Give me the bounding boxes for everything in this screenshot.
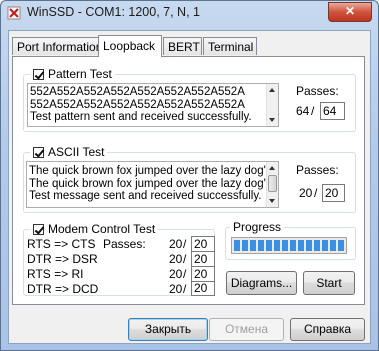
modem-passes-separator: / xyxy=(183,237,187,251)
modem-test-group: Modem Control Test Passes: RTS => CTS 20… xyxy=(23,222,215,296)
modem-passes-separator: / xyxy=(183,267,187,281)
cancel-button[interactable]: Отмена xyxy=(209,318,284,341)
close-window-button[interactable]: ✕ xyxy=(328,2,372,22)
modem-passes-done: 20 xyxy=(169,267,183,281)
ascii-passes-done: 20 xyxy=(299,186,313,200)
ascii-passes-total-input[interactable]: 20 xyxy=(322,184,345,202)
pattern-passes-separator: / xyxy=(311,104,315,118)
progress-group: Progress xyxy=(225,220,356,260)
modem-passes-label: Passes: xyxy=(103,237,146,251)
modem-signal-label: RTS => CTS xyxy=(27,237,96,251)
loopback-panel: Pattern Test 552A552A552A552A552A552A552… xyxy=(12,56,365,305)
modem-passes-separator: / xyxy=(183,252,187,266)
app-window: WinSSD - COM1: 1200, 7, N, 1 ✕ Port Info… xyxy=(0,0,379,351)
start-button[interactable]: Start xyxy=(303,271,355,295)
ascii-test-scrollbar[interactable] xyxy=(266,162,278,207)
tab-label: Loopback xyxy=(103,39,156,53)
app-icon xyxy=(7,6,21,20)
ascii-test-title: ASCII Test xyxy=(48,145,105,159)
modem-signal-label: DTR => DCD xyxy=(27,282,99,296)
tab-loopback[interactable]: Loopback xyxy=(98,35,162,57)
log-line: Test message sent and received successfu… xyxy=(29,190,262,202)
scroll-up-icon[interactable] xyxy=(269,166,275,170)
close-button[interactable]: Закрыть xyxy=(128,318,208,341)
log-line: Test pattern sent and received successfu… xyxy=(30,111,252,123)
pattern-test-title: Pattern Test xyxy=(48,67,112,81)
dialog-body: Port Information Loopback BERT Terminal … xyxy=(8,30,371,344)
log-line: 552A552A552A552A552A552A552A552A xyxy=(30,86,245,98)
ascii-test-log[interactable]: The quick brown fox jumped over the lazy… xyxy=(26,161,279,208)
modem-passes-total-input[interactable]: 20 xyxy=(191,266,215,282)
ascii-test-checkbox[interactable] xyxy=(33,146,44,158)
modem-signal-label: DTR => DSR xyxy=(27,252,98,266)
ascii-test-group: ASCII Test The quick brown fox jumped ov… xyxy=(23,145,356,213)
diagrams-button[interactable]: Diagrams... xyxy=(226,271,297,295)
pattern-passes-done: 64 xyxy=(296,104,310,118)
pattern-test-legend: Pattern Test xyxy=(30,67,115,81)
scroll-down-icon[interactable] xyxy=(269,199,275,203)
modem-passes-separator: / xyxy=(183,282,187,296)
modem-signal-label: RTS => RI xyxy=(27,267,84,281)
pattern-test-group: Pattern Test 552A552A552A552A552A552A552… xyxy=(23,67,356,132)
modem-test-checkbox[interactable] xyxy=(33,223,44,235)
tab-label: Port Information xyxy=(17,40,103,54)
pattern-passes-total-input[interactable]: 64 xyxy=(320,102,345,120)
progress-bar xyxy=(231,237,347,254)
log-line: The quick brown fox jumped over the lazy… xyxy=(29,177,272,190)
tab-port-information[interactable]: Port Information xyxy=(12,37,103,55)
log-line: 552A552A552A552A552A552A552A552A xyxy=(30,98,245,111)
pattern-test-checkbox[interactable] xyxy=(33,68,44,80)
pattern-test-scrollbar[interactable] xyxy=(266,84,278,126)
modem-passes-done: 20 xyxy=(169,282,183,296)
scroll-up-icon[interactable] xyxy=(269,88,275,92)
modem-passes-total-input[interactable]: 20 xyxy=(191,236,215,252)
tab-terminal[interactable]: Terminal xyxy=(203,37,257,55)
pattern-passes-label: Passes: xyxy=(296,84,339,98)
scroll-thumb[interactable] xyxy=(268,175,277,192)
title-bar[interactable]: WinSSD - COM1: 1200, 7, N, 1 ✕ xyxy=(1,1,378,25)
tab-label: BERT xyxy=(168,40,200,54)
modem-passes-total-input[interactable]: 20 xyxy=(191,251,215,267)
modem-passes-total-input[interactable]: 20 xyxy=(191,281,215,296)
window-title: WinSSD - COM1: 1200, 7, N, 1 xyxy=(27,5,200,19)
pattern-test-log[interactable]: 552A552A552A552A552A552A552A552A 552A552… xyxy=(27,83,279,127)
modem-passes-done: 20 xyxy=(169,237,183,251)
close-icon: ✕ xyxy=(344,4,356,18)
tab-bert[interactable]: BERT xyxy=(163,37,202,55)
progress-title: Progress xyxy=(233,220,282,234)
modem-passes-done: 20 xyxy=(169,252,183,266)
log-line: The quick brown fox jumped over the lazy… xyxy=(29,165,272,177)
help-button[interactable]: Справка xyxy=(290,318,365,341)
ascii-test-legend: ASCII Test xyxy=(30,145,108,159)
tab-label: Terminal xyxy=(208,40,254,54)
progress-bar-fill xyxy=(234,240,344,251)
modem-test-legend: Modem Control Test xyxy=(30,222,159,236)
ascii-passes-label: Passes: xyxy=(296,163,339,177)
modem-test-title: Modem Control Test xyxy=(48,222,156,236)
scroll-down-icon[interactable] xyxy=(269,118,275,122)
progress-legend: Progress xyxy=(230,220,285,234)
ascii-passes-separator: / xyxy=(314,186,318,200)
